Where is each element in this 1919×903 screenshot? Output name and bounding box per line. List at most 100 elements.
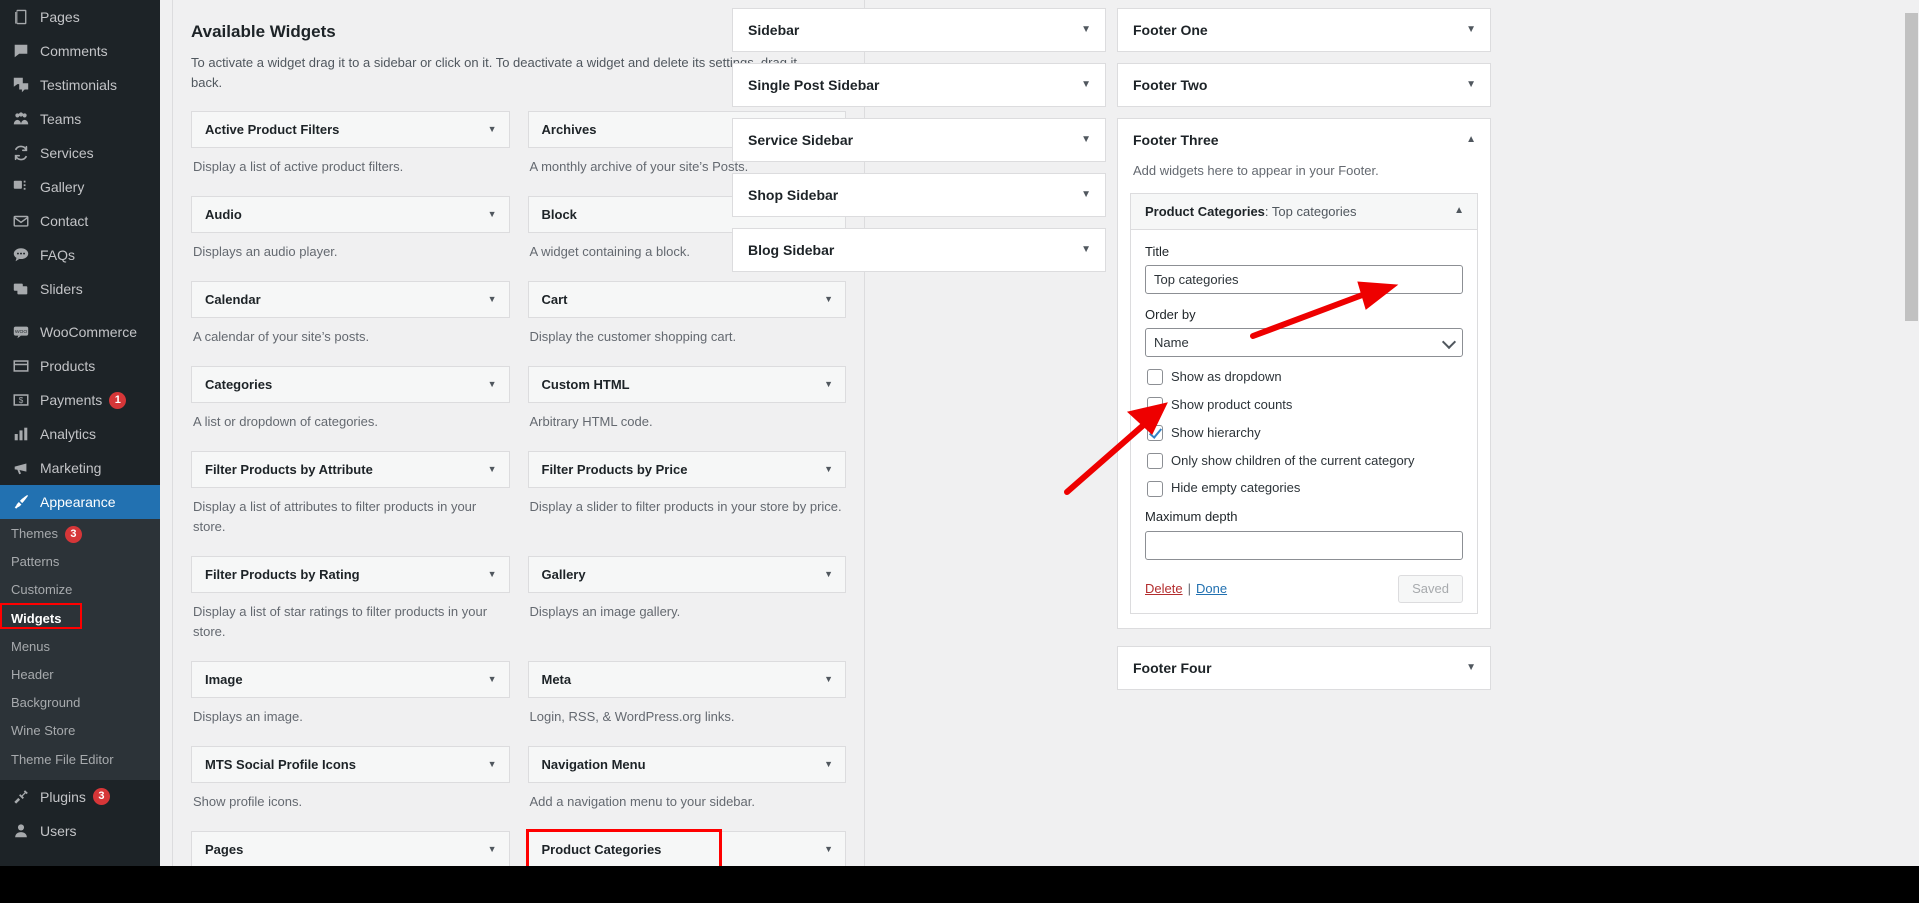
- widget-header[interactable]: MTS Social Profile Icons ▼: [191, 746, 510, 784]
- chevron-down-icon[interactable]: ▼: [1081, 80, 1091, 90]
- checkbox-row-only-show-children[interactable]: Only show children of the current catego…: [1147, 453, 1463, 470]
- widget-header[interactable]: Filter Products by Attribute ▼: [191, 451, 510, 489]
- orderby-select[interactable]: Name: [1145, 327, 1463, 357]
- sidebar-item-plugins[interactable]: Plugins 3: [0, 780, 160, 814]
- hide-empty-categories-checkbox[interactable]: [1147, 480, 1163, 497]
- chevron-down-icon[interactable]: ▼: [824, 760, 833, 769]
- widget-header[interactable]: Meta ▼: [527, 661, 846, 699]
- sidebar-item-teams[interactable]: Teams: [0, 102, 160, 136]
- sidebar-item-sliders[interactable]: Sliders: [0, 272, 160, 306]
- chevron-down-icon[interactable]: ▼: [824, 845, 833, 854]
- chevron-down-icon[interactable]: ▼: [488, 465, 497, 474]
- chevron-up-icon[interactable]: ▲: [1454, 206, 1464, 216]
- maximum-depth-input[interactable]: [1145, 530, 1463, 560]
- submenu-item-background[interactable]: Background: [0, 689, 160, 717]
- sidebar-item-gallery[interactable]: Gallery: [0, 170, 160, 204]
- open-widget-header[interactable]: Product Categories: Top categories ▲: [1131, 193, 1477, 230]
- submenu-item-themes[interactable]: Themes 3: [0, 520, 160, 548]
- chevron-down-icon[interactable]: ▼: [1466, 663, 1476, 673]
- widget-name: Audio: [205, 207, 242, 223]
- chevron-down-icon[interactable]: ▼: [824, 570, 833, 579]
- widget-header[interactable]: Product Categories ▼: [527, 831, 846, 866]
- widget-header[interactable]: Custom HTML ▼: [527, 366, 846, 404]
- sidebar-item-analytics[interactable]: Analytics: [0, 417, 160, 451]
- submenu-item-customize[interactable]: Customize: [0, 576, 160, 604]
- sidebar-item-comments[interactable]: Comments: [0, 34, 160, 68]
- chevron-down-icon[interactable]: ▼: [1466, 80, 1476, 90]
- chevron-down-icon[interactable]: ▼: [488, 210, 497, 219]
- submenu-item-patterns[interactable]: Patterns: [0, 548, 160, 576]
- sidebar-area-header[interactable]: Footer Two ▼: [1118, 64, 1490, 106]
- sidebar-item-marketing[interactable]: Marketing: [0, 451, 160, 485]
- submenu-item-header[interactable]: Header: [0, 661, 160, 689]
- widget-card-calendar: Calendar ▼ A calendar of your site’s pos…: [191, 281, 510, 366]
- widget-header[interactable]: Categories ▼: [191, 366, 510, 404]
- widget-header[interactable]: Filter Products by Rating ▼: [191, 556, 510, 594]
- sidebar-item-faqs[interactable]: FAQs: [0, 238, 160, 272]
- delete-link[interactable]: Delete: [1145, 581, 1183, 596]
- sidebar-item-pages[interactable]: Pages: [0, 0, 160, 34]
- widget-header[interactable]: Image ▼: [191, 661, 510, 699]
- chevron-down-icon[interactable]: ▼: [488, 125, 497, 134]
- submenu-item-widgets[interactable]: Widgets: [0, 602, 160, 633]
- submenu-item-theme-file-editor[interactable]: Theme File Editor: [0, 746, 160, 774]
- submenu-item-wine-store[interactable]: Wine Store: [0, 717, 160, 745]
- chevron-down-icon[interactable]: ▼: [488, 380, 497, 389]
- sidebar-area-header[interactable]: Sidebar ▼: [733, 9, 1105, 51]
- show-product-counts-checkbox[interactable]: [1147, 397, 1163, 414]
- chevron-down-icon[interactable]: ▼: [488, 760, 497, 769]
- sidebar-item-users[interactable]: Users: [0, 814, 160, 848]
- sidebar-item-services[interactable]: Services: [0, 136, 160, 170]
- widget-name: Categories: [205, 377, 273, 393]
- sidebar-area-header[interactable]: Footer Four ▼: [1118, 647, 1490, 689]
- sidebar-item-products[interactable]: Products: [0, 349, 160, 383]
- sidebar-area-header[interactable]: Footer Three ▲: [1118, 119, 1490, 161]
- done-link[interactable]: Done: [1196, 581, 1227, 596]
- sidebar-area-header[interactable]: Single Post Sidebar ▼: [733, 64, 1105, 106]
- chevron-down-icon[interactable]: ▼: [488, 295, 497, 304]
- sidebar-area-header[interactable]: Blog Sidebar ▼: [733, 229, 1105, 271]
- sidebar-area-header[interactable]: Shop Sidebar ▼: [733, 174, 1105, 216]
- checkbox-row-show-hierarchy[interactable]: Show hierarchy: [1147, 425, 1463, 442]
- chevron-down-icon[interactable]: ▼: [1081, 190, 1091, 200]
- sidebar-item-appearance[interactable]: Appearance: [0, 485, 160, 519]
- widget-header[interactable]: Filter Products by Price ▼: [527, 451, 846, 489]
- chevron-down-icon[interactable]: ▼: [488, 570, 497, 579]
- only-show-children-checkbox[interactable]: [1147, 452, 1163, 469]
- checkbox-row-hide-empty-categories[interactable]: Hide empty categories: [1147, 480, 1463, 497]
- widget-header[interactable]: Gallery ▼: [527, 556, 846, 594]
- chevron-down-icon[interactable]: ▼: [1081, 135, 1091, 145]
- sidebar-item-testimonials[interactable]: Testimonials: [0, 68, 160, 102]
- widget-header[interactable]: Cart ▼: [527, 281, 846, 319]
- sidebar-item-contact[interactable]: Contact: [0, 204, 160, 238]
- sidebar-area-header[interactable]: Service Sidebar ▼: [733, 119, 1105, 161]
- sidebar-item-woocommerce[interactable]: WOO WooCommerce: [0, 315, 160, 349]
- title-input[interactable]: [1145, 264, 1463, 294]
- widget-header[interactable]: Pages ▼: [191, 831, 510, 866]
- chevron-down-icon[interactable]: ▼: [1081, 25, 1091, 35]
- chevron-down-icon[interactable]: ▼: [1081, 245, 1091, 255]
- chevron-down-icon[interactable]: ▼: [824, 380, 833, 389]
- chevron-down-icon[interactable]: ▼: [488, 675, 497, 684]
- show-hierarchy-checkbox[interactable]: [1147, 425, 1163, 442]
- chevron-down-icon[interactable]: ▼: [1466, 25, 1476, 35]
- scrollbar-thumb[interactable]: [1905, 13, 1918, 321]
- chevron-down-icon[interactable]: ▼: [488, 845, 497, 854]
- checkbox-row-show-as-dropdown[interactable]: Show as dropdown: [1147, 369, 1463, 386]
- saved-button[interactable]: Saved: [1398, 574, 1463, 604]
- widget-header[interactable]: Active Product Filters ▼: [191, 111, 510, 149]
- chevron-down-icon[interactable]: ▼: [824, 295, 833, 304]
- widget-header[interactable]: Navigation Menu ▼: [527, 746, 846, 784]
- chevron-up-icon[interactable]: ▲: [1466, 135, 1476, 145]
- sidebar-item-payments[interactable]: $ Payments 1: [0, 383, 160, 417]
- widget-header[interactable]: Audio ▼: [191, 196, 510, 234]
- submenu-item-menus[interactable]: Menus: [0, 633, 160, 661]
- chevron-down-icon[interactable]: ▼: [824, 465, 833, 474]
- chevron-down-icon[interactable]: ▼: [824, 675, 833, 684]
- contact-icon: [11, 211, 31, 231]
- show-as-dropdown-checkbox[interactable]: [1147, 369, 1163, 386]
- widget-header[interactable]: Calendar ▼: [191, 281, 510, 319]
- checkbox-row-show-product-counts[interactable]: Show product counts: [1147, 397, 1463, 414]
- page-scrollbar[interactable]: [1903, 0, 1919, 866]
- sidebar-area-header[interactable]: Footer One ▼: [1118, 9, 1490, 51]
